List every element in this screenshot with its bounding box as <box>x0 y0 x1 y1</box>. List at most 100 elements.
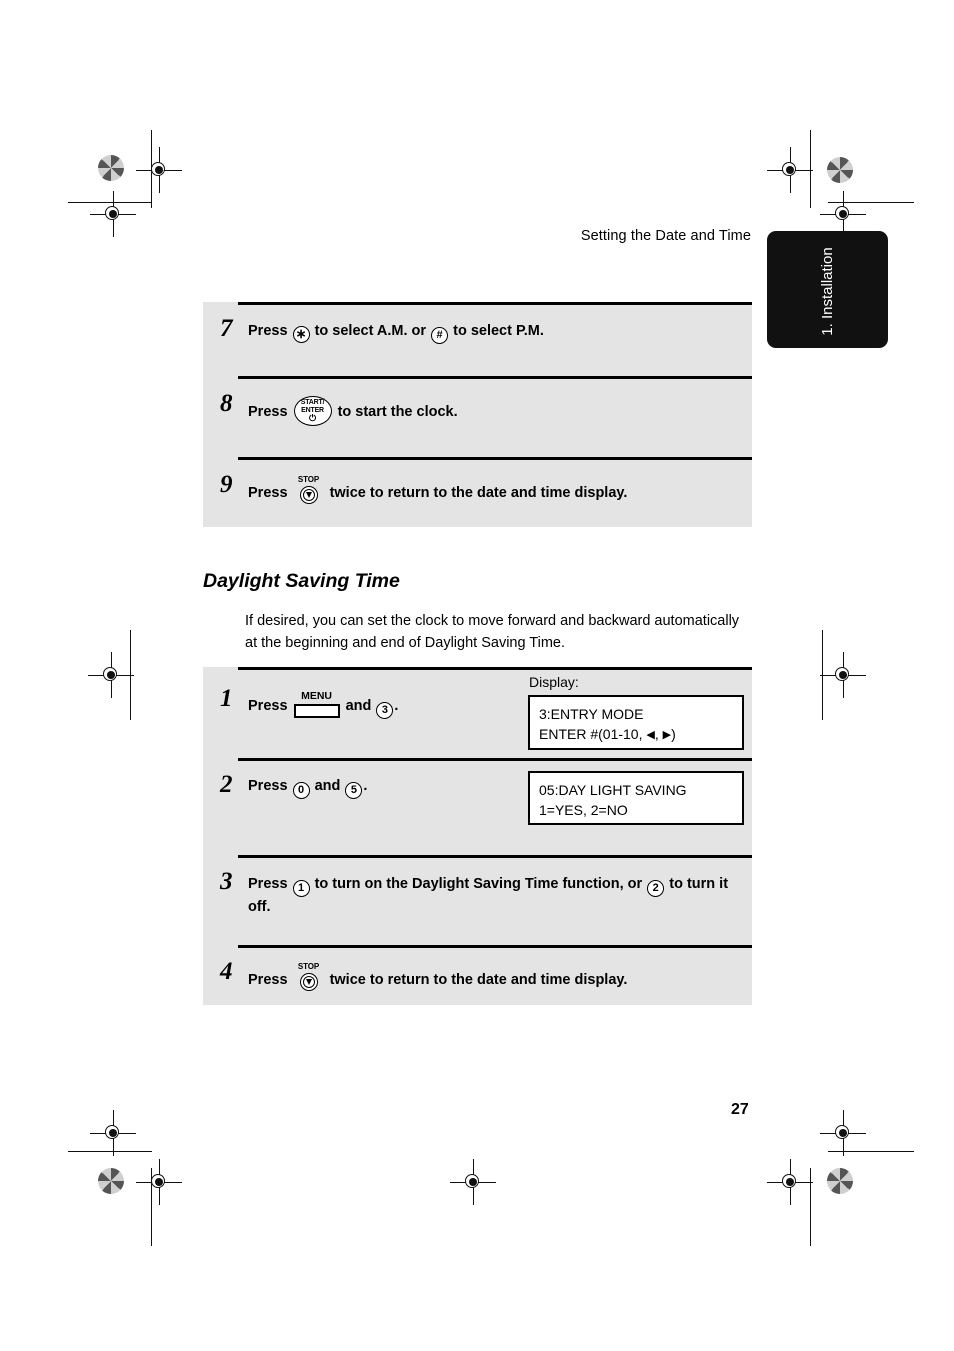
step-number: 2 <box>220 771 233 798</box>
step-text-dst-1: Press MENU and 3. <box>248 690 523 719</box>
display-box-day-light-saving: 05:DAY LIGHT SAVING 1=YES, 2=NO <box>528 771 744 825</box>
step-rule <box>238 667 752 671</box>
step-text-mid: to turn on the Daylight Saving Time func… <box>314 876 643 892</box>
step-text-before: Press <box>248 876 288 892</box>
step-text-after: twice to return to the date and time dis… <box>329 485 628 501</box>
crop-line-mid-left-v <box>130 630 131 720</box>
step-rule <box>238 376 752 380</box>
step-number: 4 <box>220 958 233 985</box>
registration-mark-left-bottom <box>90 1110 136 1156</box>
digit-1-key-icon[interactable]: 1 <box>292 880 310 897</box>
halftone-dot-top-left <box>98 155 124 181</box>
step-text-mid: and <box>345 698 372 714</box>
registration-mark-right-bottom <box>820 1110 866 1156</box>
crop-line-mid-right-v <box>822 630 823 720</box>
page-number: 27 <box>731 1101 749 1118</box>
display-line-2: ENTER #(01-10, ◀, ▶) <box>539 724 733 744</box>
step-text-after: to select P.M. <box>453 323 544 339</box>
step-text-dst-2: Press 0 and 5. <box>248 776 523 799</box>
registration-mark-bottom-left-inner <box>136 1159 182 1205</box>
step-text-9: Press STOP twice to return to the date a… <box>248 475 743 507</box>
power-glyph-icon: ⏻ <box>308 413 317 423</box>
digit-3-key-icon[interactable]: 3 <box>376 702 394 719</box>
halftone-dot-bottom-left <box>98 1168 124 1194</box>
step-number: 8 <box>220 390 233 417</box>
display-line-2-text-a: ENTER #(01-10, <box>539 726 643 743</box>
steps-panel-dst: 1 Press MENU and 3. Display: 3:ENTRY MOD… <box>203 667 752 1005</box>
step-number: 1 <box>220 685 233 712</box>
section-heading: Daylight Saving Time <box>203 570 400 592</box>
menu-key-icon[interactable]: MENU <box>293 690 340 718</box>
digit-0-key-icon[interactable]: 0 <box>292 782 310 799</box>
stop-key-label: STOP <box>297 962 320 971</box>
stop-key-icon[interactable]: STOP <box>294 475 324 507</box>
display-label: Display: <box>529 674 579 690</box>
step-rule <box>238 758 752 762</box>
registration-mark-mid-right <box>820 652 866 698</box>
menu-key-label: MENU <box>301 690 332 702</box>
registration-mark-mid-left <box>88 652 134 698</box>
stop-key-triangle-icon <box>305 979 312 985</box>
steps-panel-clock: 7 Press ∗ to select A.M. or # to select … <box>203 302 752 527</box>
left-arrow-icon: ◀ <box>646 729 655 742</box>
digit-5-key-icon[interactable]: 5 <box>345 782 363 799</box>
step-text-8: Press START/ ENTER ⏻ to start the clock. <box>248 396 743 426</box>
crop-line-top-left-v <box>151 130 152 208</box>
right-arrow-icon: ▶ <box>662 729 672 742</box>
step-rule <box>238 855 752 859</box>
crop-line-left-top-h <box>68 202 152 203</box>
step-text-after: twice to return to the date and time dis… <box>329 972 628 988</box>
step-rule <box>238 457 752 461</box>
step-text-before: Press <box>248 972 288 988</box>
step-text-mid: to select A.M. or <box>314 323 427 339</box>
asterisk-key-icon[interactable]: ∗ <box>292 326 310 343</box>
registration-mark-left-top <box>90 191 136 237</box>
step-number: 7 <box>220 315 233 342</box>
stop-key-label: STOP <box>297 475 320 484</box>
digit-2-key-icon[interactable]: 2 <box>647 880 665 897</box>
step-text-after: . <box>363 778 368 794</box>
step-rule <box>238 302 752 306</box>
chapter-tab-label: 1. Installation <box>819 247 836 336</box>
registration-mark-bottom-right-inner <box>767 1159 813 1205</box>
stop-key-triangle-icon <box>305 492 312 498</box>
crop-line-left-bottom-h <box>68 1151 152 1152</box>
crop-line-bottom-right-v <box>810 1168 811 1246</box>
halftone-dot-top-right <box>827 157 853 183</box>
start-enter-key-icon[interactable]: START/ ENTER ⏻ <box>293 396 332 426</box>
registration-mark-top-right-inner <box>767 147 813 193</box>
halftone-dot-bottom-right <box>827 1168 853 1194</box>
step-text-dst-3: Press 1 to turn on the Daylight Saving T… <box>248 874 748 918</box>
display-line-2: 1=YES, 2=NO <box>539 802 628 819</box>
display-line-1: 3:ENTRY MODE <box>539 706 644 722</box>
step-text-7: Press ∗ to select A.M. or # to select P.… <box>248 321 743 344</box>
menu-key-box <box>293 704 340 718</box>
step-rule <box>238 945 752 949</box>
display-line-1: 05:DAY LIGHT SAVING <box>539 782 687 798</box>
step-text-after: to start the clock. <box>337 404 458 420</box>
chapter-tab: 1. Installation <box>767 231 888 348</box>
step-text-dst-4: Press STOP twice to return to the date a… <box>248 962 748 994</box>
crop-line-bottom-left-v <box>151 1168 152 1246</box>
display-box-entry-mode: 3:ENTRY MODE ENTER #(01-10, ◀, ▶) <box>528 695 744 750</box>
registration-mark-bottom-center <box>450 1159 496 1205</box>
start-enter-key-line1: START/ <box>300 399 325 406</box>
running-head: Setting the Date and Time <box>580 228 751 244</box>
step-text-mid: and <box>314 778 341 794</box>
registration-mark-top-left-inner <box>136 147 182 193</box>
crop-line-right-top-h <box>828 202 914 203</box>
step-text-before: Press <box>248 485 288 501</box>
step-number: 9 <box>220 471 233 498</box>
crop-line-right-bottom-h <box>828 1151 914 1152</box>
step-text-before: Press <box>248 404 288 420</box>
step-text-before: Press <box>248 698 288 714</box>
step-text-after: . <box>394 698 399 714</box>
display-line-2-text-c: ) <box>671 726 676 743</box>
display-line-2-text-b: , <box>654 726 659 743</box>
step-text-before: Press <box>248 323 288 339</box>
stop-key-icon[interactable]: STOP <box>294 962 324 994</box>
section-intro-text: If desired, you can set the clock to mov… <box>245 613 740 651</box>
crop-line-top-right-v <box>810 130 811 208</box>
step-text-before: Press <box>248 778 288 794</box>
pound-key-icon[interactable]: # <box>431 327 449 344</box>
